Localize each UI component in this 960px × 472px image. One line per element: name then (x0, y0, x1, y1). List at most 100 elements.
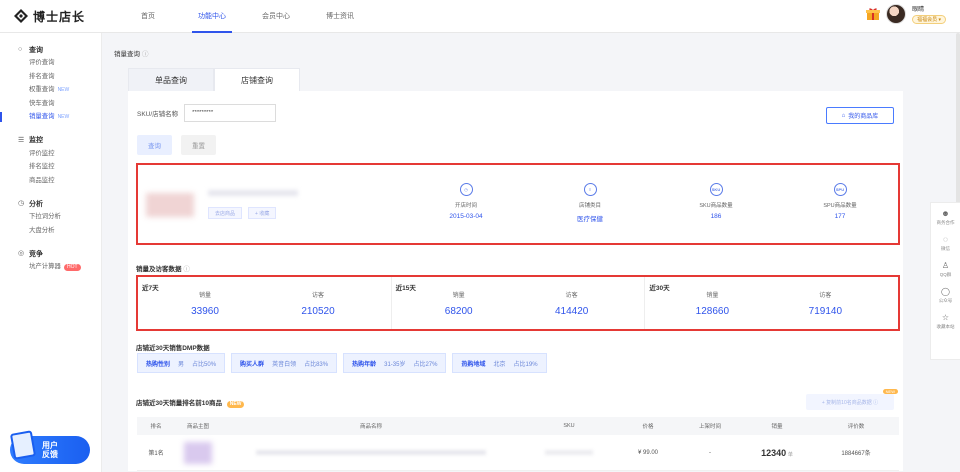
bookmark-link[interactable]: ☆ 收藏本站 (937, 313, 955, 330)
logo[interactable]: 博士店长 (0, 8, 118, 25)
sku-icon: SKU (709, 183, 723, 196)
sales-section-title: 销量及访客数据 ⓘ (136, 266, 190, 273)
sidebar-item-express-query[interactable]: 快车查询 (0, 97, 101, 111)
tab-store[interactable]: 店铺查询 (214, 68, 300, 92)
sidebar-item-weight-query[interactable]: 权重查询 NEW (0, 83, 101, 97)
feedback-label: 用户 反馈 (42, 441, 58, 459)
dmp-tags: 热购性别男占比50% 购买人群 英音白领 占比83% 热购年龄 31-35岁 占比27%… (137, 353, 547, 373)
sidebar-item-review-query[interactable]: 评价查询 (0, 56, 101, 70)
go-store-button[interactable]: 去店商品 (208, 207, 243, 219)
handshake-icon: ☻ (941, 209, 950, 218)
page-title: 销量查询 ⓘ (114, 51, 149, 58)
float-panel: ☻ 商务合作 ◌ 微信 ♙ QQ群 ◯ 公众号 ☆ 收藏本站 (930, 202, 960, 360)
store-name-blurred (208, 190, 298, 196)
user-name: 眼睛 (912, 7, 925, 13)
copy-top10-button[interactable]: + 复制前10名商品数据 ⓘ (806, 394, 894, 410)
chat-icon: ◯ (941, 287, 950, 296)
dmp-tag-region: 热购地域 北京 占比19% (452, 353, 547, 373)
star-icon: ☆ (941, 313, 950, 322)
logo-text: 博士店长 (33, 9, 86, 24)
table-row[interactable]: 第1名 ¥ 99.00 - 12340 单 1884667条 (137, 435, 899, 471)
official-account-link[interactable]: ◯ 公众号 (939, 287, 953, 304)
hot-badge: HOT (63, 264, 81, 271)
dmp-tag-audience: 购买人群 英音白领 占比83% (231, 353, 338, 373)
sales-visitors-panel: 近7天 销量 33960 访客 210520 近15天 销量 68200 访客 4144… (136, 275, 900, 331)
monitor-icon: ☰ (18, 136, 25, 144)
sidebar-head: ○ 查询 (18, 46, 43, 54)
visitors-value: 719140 (808, 306, 843, 317)
user-area: 眼睛 福福会员 ▾ (866, 4, 946, 24)
query-tabs: 单品查询 店铺查询 (128, 68, 300, 92)
dmp-tag-age: 热购年龄 31-35岁 占比27% (343, 353, 447, 373)
period-30d: 近30天 销量 128660 访客 719140 (645, 277, 898, 329)
document-icon (9, 430, 37, 460)
sidebar-item-rank-monitor[interactable]: 排名监控 (0, 160, 101, 174)
metric-category: ≡ 店铺类目 医疗保健 (550, 183, 630, 223)
nav-member-center[interactable]: 会员中心 (246, 0, 306, 33)
avatar[interactable] (886, 4, 907, 24)
sidebar-head: ◎ 竞争 (18, 250, 43, 258)
business-cooperation-link[interactable]: ☻ 商务合作 (937, 209, 955, 226)
nav-news[interactable]: 博士资讯 (310, 0, 370, 33)
top-bar: 博士店长 首页 功能中心 会员中心 博士资讯 眼睛 福福会员 ▾ (0, 0, 960, 33)
help-icon[interactable]: ⓘ (142, 51, 149, 58)
user-info[interactable]: 眼睛 福福会员 ▾ (912, 4, 946, 24)
sidebar-item-rank-query[interactable]: 排名查询 (0, 70, 101, 84)
period-7d: 近7天 销量 33960 访客 210520 (138, 277, 392, 329)
target-icon: ◎ (18, 250, 25, 257)
top10-section-title: 店铺近30天销量排名前10商品 NEW (136, 397, 245, 408)
dmp-tag-gender: 热购性别男占比50% (137, 353, 226, 373)
favorite-button[interactable]: + 收藏 (248, 207, 277, 219)
reset-button[interactable]: 重置 (181, 135, 216, 155)
period-15d: 近15天 销量 68200 访客 414420 (392, 277, 646, 329)
sidebar-item-calculator[interactable]: 坑产计算器 HOT (0, 260, 101, 274)
visitors-value: 414420 (554, 306, 589, 317)
sidebar-head: ☰ 监控 (18, 136, 43, 145)
metric-sku-count: SKU SKU商品数量 186 (676, 183, 756, 220)
logo-icon (14, 9, 28, 23)
sidebar-group-monitor: ☰ 监控 评价监控 排名监控 商品监控 (0, 134, 101, 188)
spu-icon: SPU (833, 183, 847, 196)
metric-open-date: ◷ 开店时间 2015-03-04 (426, 183, 506, 220)
wechat-icon: ◌ (943, 235, 948, 244)
list-icon: ≡ (583, 183, 597, 196)
query-button[interactable]: 查询 (137, 135, 172, 155)
tab-single-product[interactable]: 单品查询 (128, 68, 214, 92)
sidebar-item-review-monitor[interactable]: 评价监控 (0, 147, 101, 161)
sales-value: 128660 (695, 306, 730, 317)
sidebar-item-sales-query[interactable]: 销量查询 NEW (0, 110, 101, 124)
store-query-card: SKU/店铺名称 ⌂ 我的商品库 查询 重置 去店商品 + 收藏 ◷ 开店时间 … (128, 91, 903, 471)
sidebar-item-market-analysis[interactable]: 大盘分析 (0, 224, 101, 238)
main-content: 销量查询ⓘ 单品查询 店铺查询 SKU/店铺名称 ⌂ 我的商品库 查询 重置 去… (102, 33, 940, 472)
product-name-blurred (256, 450, 486, 455)
new-badge: NEW (57, 114, 70, 120)
new-badge: NEW (882, 389, 898, 394)
sku-label: SKU/店铺名称 (137, 111, 179, 118)
dmp-section-title: 店铺近30天销售DMP数据 (136, 345, 210, 352)
table-header: 排名 商品主图 商品名称 SKU 价格 上架时间 销量 评价数 (137, 417, 899, 435)
clock-icon: ◷ (459, 183, 473, 196)
gift-icon[interactable] (866, 7, 881, 21)
visitors-value: 210520 (301, 306, 335, 317)
help-icon[interactable]: ⓘ (183, 266, 190, 273)
sidebar-item-product-monitor[interactable]: 商品监控 (0, 174, 101, 188)
member-badge[interactable]: 福福会员 ▾ (912, 15, 946, 24)
sidebar-group-competition: ◎ 竞争 坑产计算器 HOT (0, 247, 101, 274)
scrollbar[interactable] (956, 33, 960, 213)
sidebar-item-dropdown-analysis[interactable]: 下拉词分析 (0, 210, 101, 224)
nav-home[interactable]: 首页 (118, 0, 178, 33)
sales-value: 68200 (444, 306, 473, 317)
product-image-blurred (184, 441, 212, 464)
my-product-library-button[interactable]: ⌂ 我的商品库 (826, 107, 894, 124)
sidebar: ○ 查询 评价查询 排名查询 权重查询 NEW 快车查询 销量查询 NEW ☰ 监控… (0, 33, 102, 472)
qq-group-link[interactable]: ♙ QQ群 (940, 261, 952, 278)
main-nav: 首页 功能中心 会员中心 博士资讯 (118, 0, 374, 33)
nav-function-center[interactable]: 功能中心 (182, 0, 242, 33)
store-actions: 去店商品 + 收藏 (208, 207, 277, 219)
sku-blurred (545, 450, 593, 455)
action-buttons: 查询 重置 (137, 135, 216, 155)
feedback-button[interactable]: 用户 反馈 (9, 430, 90, 464)
qq-icon: ♙ (941, 261, 950, 270)
wechat-link[interactable]: ◌ 微信 (941, 235, 950, 252)
sku-input[interactable] (184, 104, 277, 122)
